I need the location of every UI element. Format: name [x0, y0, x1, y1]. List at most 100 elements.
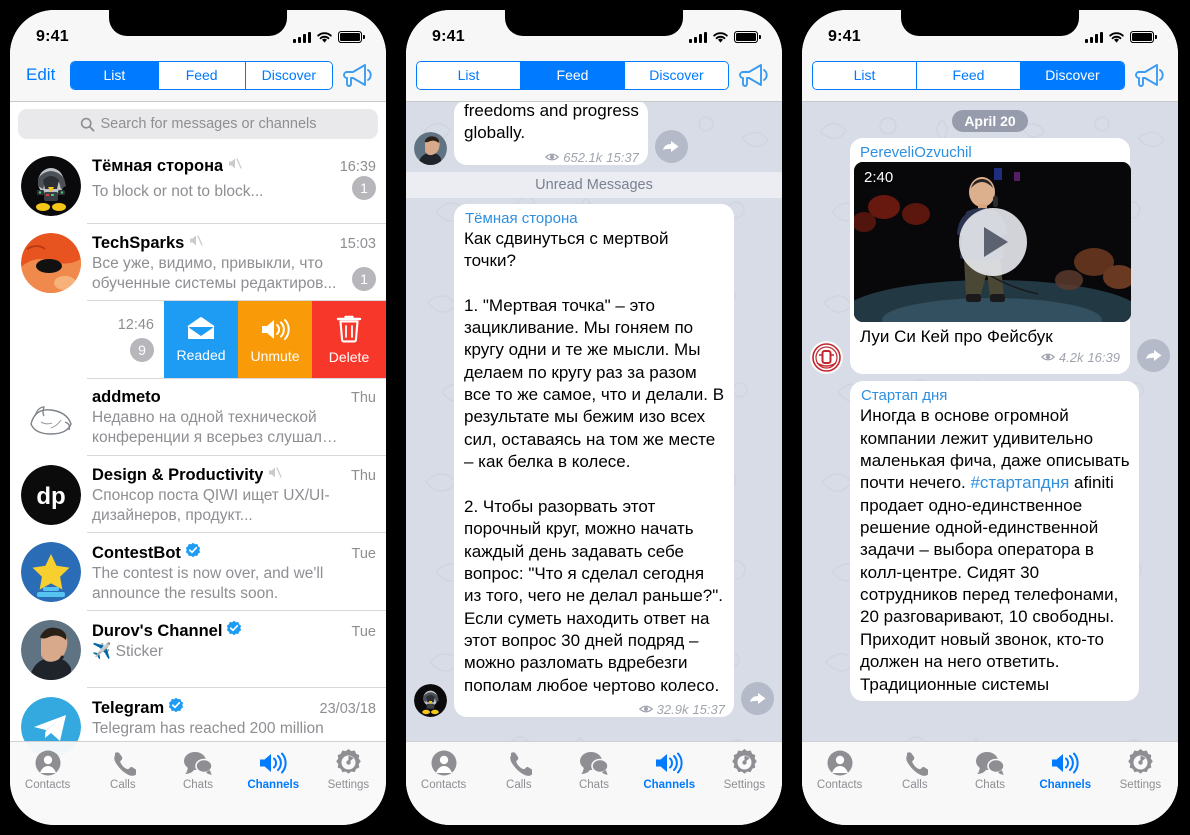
tab-list[interactable]: List: [71, 61, 159, 89]
unread-badge: 9: [130, 337, 154, 362]
nav-bar: List Feed Discover: [802, 56, 1178, 102]
durov-avatar: [21, 620, 81, 681]
status-time: 9:41: [828, 28, 861, 45]
list-item[interactable]: dp Design & Productivity Thu Спонсор пос…: [10, 456, 386, 534]
tab-feed[interactable]: Feed: [917, 61, 1021, 89]
unmute-button[interactable]: Unmute: [238, 301, 312, 380]
list-item[interactable]: ContestBot Tue The contest is now over, …: [10, 533, 386, 612]
video-duration: 2:40: [864, 169, 894, 186]
unread-badge: 1: [352, 267, 376, 292]
speaker-icon: [262, 318, 290, 340]
tab-channels[interactable]: Channels: [1028, 748, 1103, 791]
share-arrow-icon: [749, 692, 765, 704]
discover-scroll-area[interactable]: April 20 PereveliOzvuchil 2:40 Луи Си Ке…: [802, 102, 1178, 825]
list-item[interactable]: TechSparks 15:03 Все уже, видимо, привык…: [10, 224, 386, 302]
delete-button[interactable]: Delete: [312, 301, 386, 380]
tab-feed[interactable]: Feed: [521, 61, 625, 89]
feed-post[interactable]: Тёмная сторона Как сдвинуться с мертвой …: [414, 203, 774, 717]
search-icon: [80, 117, 94, 131]
tab-settings-label: Settings: [327, 779, 370, 791]
nav-bar: Edit List Feed Discover: [10, 56, 386, 102]
list-item-swiped[interactable]: 12:46 9 Readed Unmute Delete: [10, 301, 386, 380]
play-button[interactable]: [958, 208, 1027, 276]
tab-list[interactable]: List: [417, 61, 521, 89]
video-thumbnail[interactable]: 2:40: [854, 162, 1131, 322]
tab-feed[interactable]: Feed: [158, 61, 246, 89]
share-button[interactable]: [741, 681, 774, 715]
tab-list[interactable]: List: [813, 61, 917, 89]
segmented-control[interactable]: List Feed Discover: [416, 60, 729, 90]
tab-contacts-label: Contacts: [816, 779, 863, 791]
tab-calls[interactable]: Calls: [481, 748, 556, 791]
megaphone-icon[interactable]: [342, 60, 376, 90]
share-button[interactable]: [654, 129, 688, 163]
tab-chats[interactable]: Chats: [952, 748, 1027, 791]
search-input[interactable]: Search for messages or channels: [18, 109, 378, 139]
tab-discover[interactable]: Discover: [245, 61, 332, 89]
verified-icon: [227, 620, 242, 636]
feed-post-partial[interactable]: freedoms and progress globally. 652.1k 1…: [414, 102, 774, 165]
list-item[interactable]: Durov's Channel Tue ✈️ Sticker: [10, 611, 386, 689]
wifi-icon: [317, 31, 332, 43]
tab-settings-label: Settings: [723, 779, 766, 791]
hashtag-link[interactable]: #стартапдня: [970, 473, 1069, 492]
tab-chats-label: Chats: [974, 779, 1006, 791]
post-text: freedoms and progress globally.: [464, 102, 639, 143]
list-item[interactable]: Тёмная сторона 16:39 To block or not to …: [10, 147, 386, 224]
tab-calls-label: Calls: [110, 779, 136, 791]
post-meta: 652.1k 15:37: [545, 150, 639, 165]
tab-settings-label: Settings: [1119, 779, 1162, 791]
envelope-open-icon: [187, 317, 215, 340]
chat-preview: The contest is now over, and we'll annou…: [92, 565, 324, 602]
notch: [505, 10, 683, 36]
edit-button[interactable]: Edit: [20, 65, 61, 85]
chat-list: Тёмная сторона 16:39 To block or not to …: [10, 147, 386, 766]
tab-chats-label: Chats: [182, 779, 214, 791]
tab-calls[interactable]: Calls: [85, 748, 160, 791]
tab-calls-label: Calls: [902, 779, 928, 791]
tab-discover[interactable]: Discover: [1021, 61, 1124, 89]
phone-icon: [506, 748, 532, 777]
view-count: 32.9k: [656, 701, 689, 717]
view-count: 4.2k: [1058, 349, 1084, 365]
megaphone-icon[interactable]: [1134, 60, 1168, 90]
tab-settings[interactable]: Settings: [1103, 748, 1178, 791]
orange-mask-avatar: [21, 233, 81, 293]
post-meta: 4.2k 16:39: [1040, 349, 1120, 365]
readed-button[interactable]: Readed: [164, 301, 238, 380]
tab-channels[interactable]: Channels: [236, 748, 311, 791]
search-section: Search for messages or channels: [10, 102, 386, 147]
tab-calls[interactable]: Calls: [877, 748, 952, 791]
chat-time: 15:03: [339, 236, 376, 252]
darth-penguin-avatar: [414, 683, 447, 717]
share-button[interactable]: [1137, 339, 1170, 373]
feed-video-post[interactable]: PereveliOzvuchil 2:40 Луи Си Кей про Фей…: [810, 138, 1170, 375]
tab-bar: Contacts Calls Chats Channels Settings: [406, 741, 782, 825]
tab-settings[interactable]: Settings: [707, 748, 782, 791]
chat-time: Tue: [351, 546, 376, 563]
tab-chats[interactable]: Chats: [160, 748, 235, 791]
unread-badge: 1: [352, 176, 376, 200]
tab-settings[interactable]: Settings: [311, 748, 386, 791]
tab-bar: Contacts Calls Chats Channels Settings: [10, 741, 386, 825]
chat-name: Design & Productivity: [92, 466, 264, 485]
eye-icon: [638, 706, 653, 713]
feed-scroll-area[interactable]: freedoms and progress globally. 652.1k 1…: [406, 102, 782, 825]
tab-chats[interactable]: Chats: [556, 748, 631, 791]
chat-preview: ✈️ Sticker: [92, 643, 163, 661]
trash-icon: [336, 315, 362, 343]
segmented-control[interactable]: List Feed Discover: [70, 60, 333, 90]
tab-contacts[interactable]: Contacts: [406, 748, 481, 791]
tab-channels[interactable]: Channels: [632, 748, 707, 791]
post-bubble: freedoms and progress globally. 652.1k 1…: [454, 102, 648, 165]
gear-icon: [1127, 748, 1154, 777]
segmented-control[interactable]: List Feed Discover: [812, 60, 1125, 90]
tab-contacts[interactable]: Contacts: [802, 748, 877, 791]
megaphone-icon[interactable]: [738, 60, 772, 90]
status-time: 9:41: [432, 28, 465, 45]
tab-contacts[interactable]: Contacts: [10, 748, 85, 791]
list-item[interactable]: addmeto Thu Недавно на одной технической…: [10, 379, 386, 457]
unread-separator: Unread Messages: [406, 171, 782, 198]
feed-post[interactable]: Стартап дня Иногда в основе огромной ком…: [850, 381, 1170, 701]
tab-discover[interactable]: Discover: [625, 61, 728, 89]
